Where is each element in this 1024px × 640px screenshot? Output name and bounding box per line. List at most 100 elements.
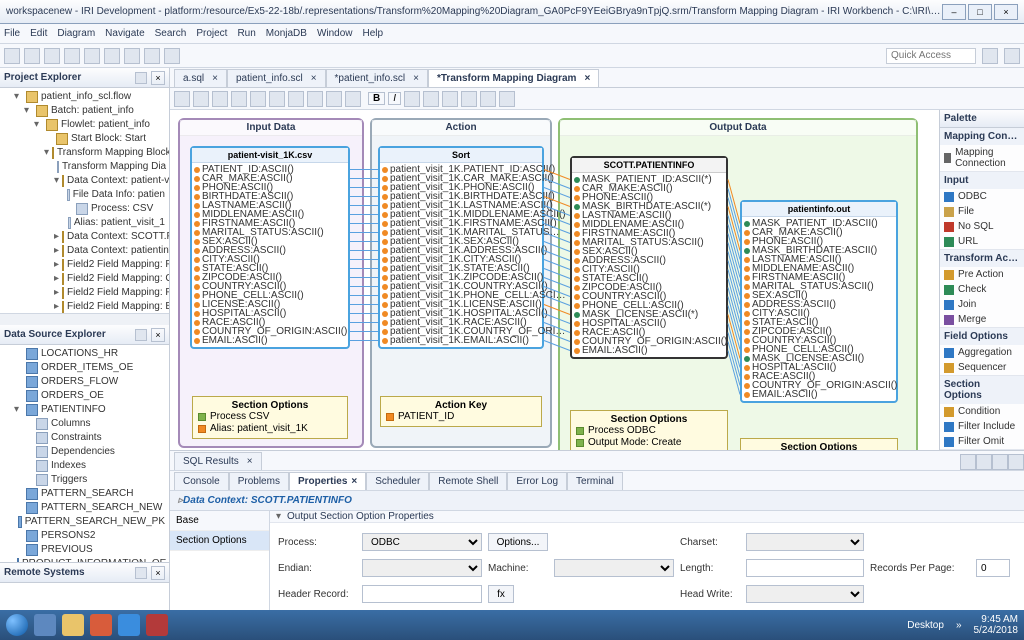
header-record-input[interactable] <box>362 585 482 603</box>
taskbar-icon[interactable] <box>62 614 84 636</box>
head-write-select[interactable] <box>746 585 864 603</box>
tree-item[interactable]: PATTERN_SEARCH <box>4 487 165 501</box>
target2-section-options[interactable]: Section Options Process CSV <box>740 438 898 450</box>
tree-item[interactable]: PATTERN_SEARCH_NEW <box>4 501 165 515</box>
toolbar-button[interactable] <box>174 91 190 107</box>
view-tab[interactable]: Error Log <box>507 472 567 490</box>
options-button[interactable]: Options... <box>488 533 548 551</box>
editor-tab[interactable]: *patient_info.scl× <box>326 69 428 87</box>
tree-item[interactable]: ▾PATIENTINFO <box>4 403 165 417</box>
toolbar-button[interactable] <box>212 91 228 107</box>
tree-item[interactable]: LOCATIONS_HR <box>4 347 165 361</box>
palette-item[interactable]: Join <box>940 297 1024 312</box>
toolbar-button[interactable] <box>193 91 209 107</box>
palette-item[interactable]: File <box>940 204 1024 219</box>
tree-item[interactable]: Start Block: Start <box>4 132 165 146</box>
palette-group-header[interactable]: Transform Ac… <box>940 250 1024 267</box>
system-clock[interactable]: 9:45 AM5/24/2018 <box>974 614 1019 636</box>
endian-select[interactable] <box>362 559 482 577</box>
perspective-button[interactable] <box>982 48 998 64</box>
close-icon[interactable]: × <box>212 73 218 84</box>
toolbar-button[interactable] <box>144 48 160 64</box>
view-tab[interactable]: Console <box>174 472 229 490</box>
tree-item[interactable]: ▾patient_info_scl.flow <box>4 90 165 104</box>
project-explorer-tree[interactable]: ▾patient_info_scl.flow▾Batch: patient_in… <box>0 88 169 313</box>
rpp-input[interactable] <box>976 559 1010 577</box>
palette-item[interactable]: URL <box>940 234 1024 249</box>
field[interactable]: patient_visit_1K.EMAIL:ASCII() <box>382 336 540 345</box>
menu-diagram[interactable]: Diagram <box>57 28 95 39</box>
menu-file[interactable]: File <box>4 28 20 39</box>
close-icon[interactable]: × <box>151 71 165 85</box>
menu-edit[interactable]: Edit <box>30 28 47 39</box>
close-button[interactable]: × <box>994 4 1018 20</box>
maximize-button[interactable]: □ <box>968 4 992 20</box>
tree-item[interactable]: PATTERN_SEARCH_NEW_PK <box>4 515 165 529</box>
field[interactable]: EMAIL:ASCII() <box>194 336 346 345</box>
menu-monjadb[interactable]: MonjaDB <box>266 28 307 39</box>
source-section-options[interactable]: Section Options Process CSVAlias: patien… <box>192 396 348 439</box>
toolbar-button[interactable] <box>164 48 180 64</box>
taskbar-icon[interactable] <box>34 614 56 636</box>
view-tab[interactable]: Scheduler <box>366 472 429 490</box>
palette-item[interactable]: Pre Action <box>940 267 1024 282</box>
close-icon[interactable]: × <box>247 456 253 467</box>
toolbar-button[interactable] <box>326 91 342 107</box>
sql-results-tab[interactable]: SQL Results× <box>174 452 262 470</box>
editor-tab[interactable]: *Transform Mapping Diagram× <box>428 69 599 87</box>
view-menu-icon[interactable] <box>135 329 147 341</box>
toolbar-button[interactable] <box>345 91 361 107</box>
toolbar-button[interactable] <box>4 48 20 64</box>
palette-group-header[interactable]: Field Options <box>940 328 1024 345</box>
view-menu-icon[interactable] <box>135 72 147 84</box>
tree-item[interactable]: Columns <box>4 417 165 431</box>
length-input[interactable] <box>746 559 864 577</box>
menu-help[interactable]: Help <box>363 28 384 39</box>
toolbar-button[interactable] <box>480 91 496 107</box>
menu-project[interactable]: Project <box>196 28 227 39</box>
quick-access-input[interactable] <box>886 48 976 64</box>
toolbar-button[interactable] <box>992 454 1008 470</box>
header-fx-button[interactable]: fx <box>488 585 514 603</box>
toolbar-button[interactable] <box>64 48 80 64</box>
diagram-canvas[interactable]: Input Data Action Output Data patient-vi… <box>170 110 939 450</box>
toolbar-button[interactable] <box>84 48 100 64</box>
perspective-button[interactable] <box>1004 48 1020 64</box>
palette-item[interactable]: Sequencer <box>940 360 1024 375</box>
palette[interactable]: Palette Mapping Con…Mapping ConnectionIn… <box>939 110 1024 450</box>
show-desktop[interactable]: Desktop <box>907 620 944 631</box>
toolbar-button[interactable] <box>250 91 266 107</box>
field[interactable]: EMAIL:ASCII() <box>744 390 894 399</box>
tree-item[interactable]: PERSONS2 <box>4 529 165 543</box>
tree-item[interactable]: ▸Field2 Field Mapping: P <box>4 286 165 300</box>
minimize-button[interactable]: – <box>942 4 966 20</box>
palette-item[interactable]: Filter Include <box>940 419 1024 434</box>
tree-item[interactable]: ▸Data Context: patientinf <box>4 244 165 258</box>
view-tab[interactable]: Properties × <box>289 472 366 490</box>
tree-item[interactable]: ▾Flowlet: patient_info <box>4 118 165 132</box>
toolbar-button[interactable] <box>404 91 420 107</box>
target-file-node[interactable]: patientinfo.out MASK_PATIENT_ID:ASCII()C… <box>740 200 898 403</box>
palette-item[interactable]: Aggregation <box>940 345 1024 360</box>
tree-item[interactable]: Dependencies <box>4 445 165 459</box>
tree-item[interactable]: PREVIOUS <box>4 543 165 557</box>
menu-search[interactable]: Search <box>155 28 187 39</box>
tree-item[interactable]: Triggers <box>4 473 165 487</box>
palette-item[interactable]: Check <box>940 282 1024 297</box>
toolbar-button[interactable] <box>499 91 515 107</box>
tree-item[interactable]: ORDER_ITEMS_OE <box>4 361 165 375</box>
menu-navigate[interactable]: Navigate <box>105 28 144 39</box>
close-icon[interactable]: × <box>584 73 590 84</box>
scrollbar[interactable] <box>0 313 169 325</box>
palette-item[interactable]: Merge <box>940 312 1024 327</box>
view-menu-icon[interactable] <box>135 567 147 579</box>
toolbar-button[interactable] <box>269 91 285 107</box>
tree-item[interactable]: File Data Info: patien <box>4 188 165 202</box>
toolbar-button[interactable] <box>24 48 40 64</box>
palette-item[interactable]: No SQL <box>940 219 1024 234</box>
close-icon[interactable]: × <box>151 566 165 580</box>
palette-item[interactable]: Filter Omit <box>940 434 1024 449</box>
toolbar-button[interactable] <box>1008 454 1024 470</box>
charset-select[interactable] <box>746 533 864 551</box>
toolbar-button[interactable] <box>307 91 323 107</box>
